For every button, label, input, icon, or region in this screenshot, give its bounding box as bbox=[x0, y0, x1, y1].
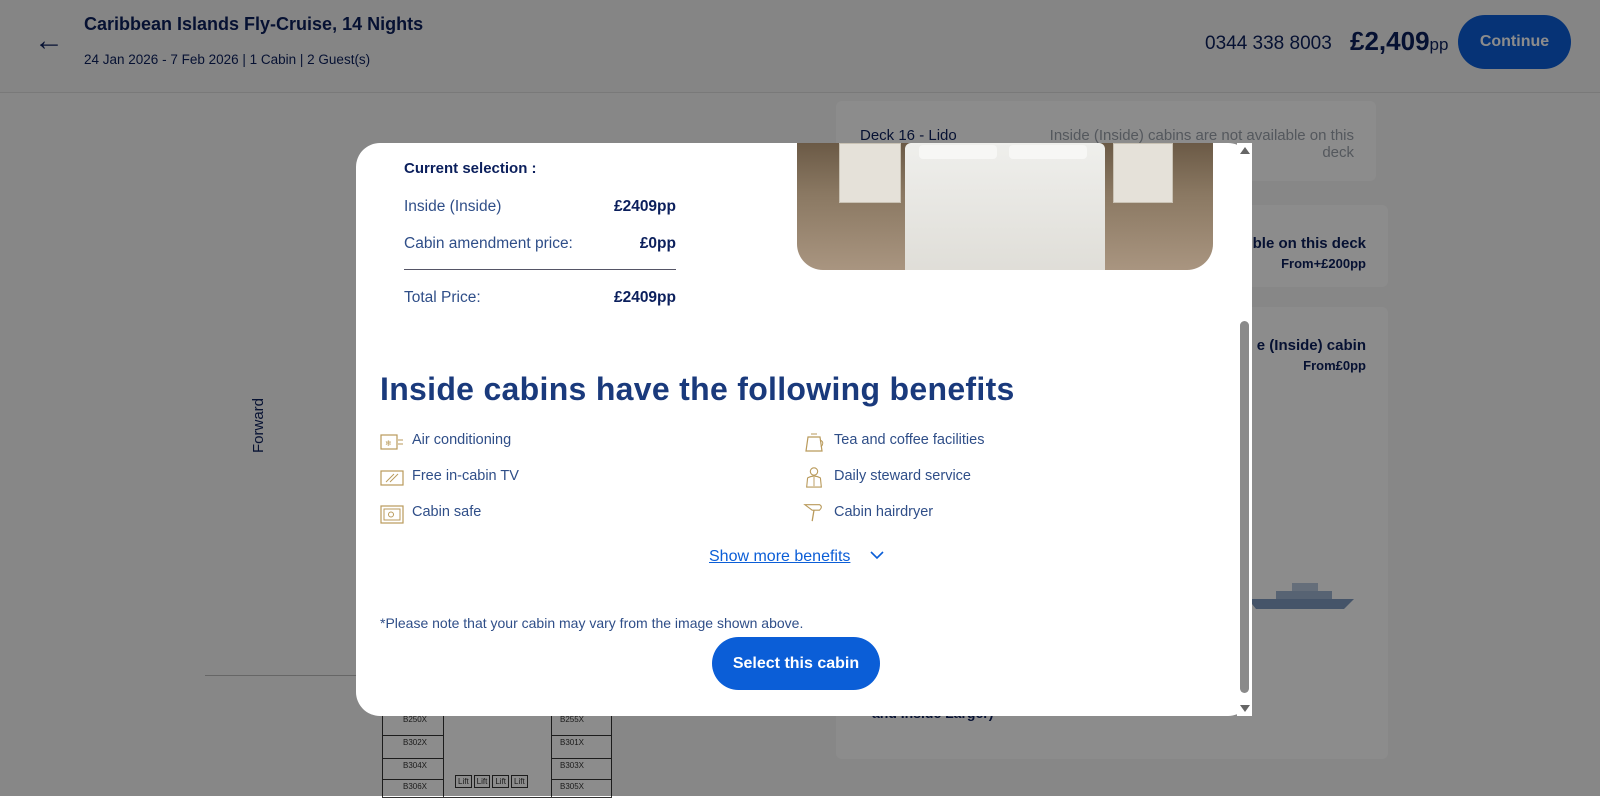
price-divider bbox=[404, 269, 676, 270]
benefit-label: Daily steward service bbox=[834, 468, 971, 484]
pillow bbox=[1009, 145, 1087, 159]
cabin-details-modal: Current selection : Inside (Inside) £240… bbox=[356, 143, 1252, 716]
total-row: Total Price: £2409pp bbox=[404, 289, 676, 307]
benefit-label: Air conditioning bbox=[412, 432, 512, 448]
amendment-label: Cabin amendment price: bbox=[404, 235, 573, 252]
cabin-image-disclaimer: *Please note that your cabin may vary fr… bbox=[380, 615, 804, 631]
nightstand-right bbox=[1113, 143, 1173, 203]
show-more-benefits-link[interactable]: Show more benefits bbox=[709, 548, 850, 566]
total-label: Total Price: bbox=[404, 289, 481, 306]
amendment-value: £0pp bbox=[639, 235, 676, 252]
cabin-photo bbox=[797, 143, 1213, 270]
chevron-down-icon[interactable] bbox=[868, 546, 886, 564]
steward-icon bbox=[806, 467, 822, 488]
scroll-up-arrow-icon[interactable] bbox=[1240, 147, 1250, 154]
benefits-heading: Inside cabins have the following benefit… bbox=[380, 371, 1015, 407]
scrollbar-thumb[interactable] bbox=[1240, 321, 1249, 693]
total-value: £2409pp bbox=[613, 289, 676, 306]
selection-row: Inside (Inside) £2409pp bbox=[404, 198, 676, 216]
benefit-label: Cabin safe bbox=[412, 504, 482, 520]
air-conditioning-icon: ❄ bbox=[380, 434, 403, 450]
tv-icon bbox=[380, 470, 404, 486]
modal-scrollbar[interactable] bbox=[1237, 143, 1252, 716]
safe-icon bbox=[380, 505, 404, 524]
select-cabin-button[interactable]: Select this cabin bbox=[712, 637, 880, 690]
current-selection-heading: Current selection : bbox=[404, 160, 537, 177]
nightstand-left bbox=[839, 143, 901, 203]
selection-label: Inside (Inside) bbox=[404, 198, 502, 215]
benefit-label: Cabin hairdryer bbox=[834, 504, 934, 520]
pillow bbox=[919, 145, 997, 159]
scroll-down-arrow-icon[interactable] bbox=[1240, 705, 1250, 712]
bed bbox=[905, 143, 1105, 270]
selection-value: £2409pp bbox=[613, 198, 676, 215]
hairdryer-icon bbox=[803, 504, 822, 522]
benefit-label: Free in-cabin TV bbox=[412, 468, 519, 484]
amendment-row: Cabin amendment price: £0pp bbox=[404, 235, 676, 253]
svg-text:❄: ❄ bbox=[385, 439, 392, 448]
benefit-label: Tea and coffee facilities bbox=[834, 432, 985, 448]
kettle-icon bbox=[805, 433, 824, 452]
